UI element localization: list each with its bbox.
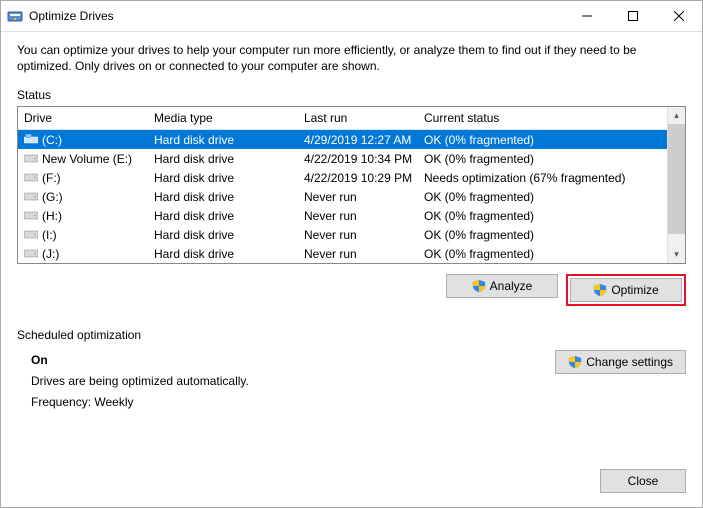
- last-run: Never run: [298, 209, 418, 223]
- drive-icon: [24, 152, 38, 166]
- current-status: OK (0% fragmented): [418, 152, 667, 166]
- table-row[interactable]: New Volume (E:) Hard disk drive4/22/2019 …: [18, 149, 667, 168]
- drive-icon: [24, 133, 38, 147]
- column-media[interactable]: Media type: [148, 111, 298, 125]
- scheduled-frequency: Frequency: Weekly: [31, 392, 249, 413]
- scroll-up-button[interactable]: ▴: [668, 107, 685, 124]
- optimize-drives-window: Optimize Drives You can optimize your dr…: [0, 0, 703, 508]
- drive-list: Drive Media type Last run Current status…: [17, 106, 686, 264]
- scheduled-state: On: [31, 350, 249, 371]
- table-row[interactable]: (J:) Hard disk driveNever runOK (0% fragm…: [18, 244, 667, 263]
- description-text: You can optimize your drives to help you…: [17, 42, 686, 74]
- table-row[interactable]: (H:) Hard disk driveNever runOK (0% fragm…: [18, 206, 667, 225]
- drive-name: (F:): [42, 171, 61, 185]
- close-window-button[interactable]: [656, 1, 702, 31]
- drive-icon: [24, 247, 38, 261]
- current-status: Needs optimization (67% fragmented): [418, 171, 667, 185]
- column-drive[interactable]: Drive: [18, 111, 148, 125]
- shield-icon: [568, 355, 582, 369]
- last-run: Never run: [298, 190, 418, 204]
- drive-icon: [24, 190, 38, 204]
- scrollbar[interactable]: ▴ ▾: [667, 107, 685, 263]
- drive-name: New Volume (E:): [42, 152, 132, 166]
- column-status[interactable]: Current status: [418, 111, 667, 125]
- window-title: Optimize Drives: [29, 9, 114, 23]
- media-type: Hard disk drive: [148, 152, 298, 166]
- optimize-button[interactable]: Optimize: [570, 278, 682, 302]
- titlebar: Optimize Drives: [1, 1, 702, 32]
- current-status: OK (0% fragmented): [418, 247, 667, 261]
- media-type: Hard disk drive: [148, 171, 298, 185]
- table-row[interactable]: (G:) Hard disk driveNever runOK (0% fragm…: [18, 187, 667, 206]
- change-settings-label: Change settings: [586, 355, 673, 369]
- drive-name: (I:): [42, 228, 57, 242]
- column-last[interactable]: Last run: [298, 111, 418, 125]
- media-type: Hard disk drive: [148, 247, 298, 261]
- scheduled-desc: Drives are being optimized automatically…: [31, 371, 249, 392]
- change-settings-button[interactable]: Change settings: [555, 350, 686, 374]
- scroll-thumb[interactable]: [668, 124, 685, 234]
- scheduled-label: Scheduled optimization: [17, 328, 686, 342]
- drive-icon: [24, 209, 38, 223]
- list-header: Drive Media type Last run Current status: [18, 107, 667, 130]
- drive-name: (J:): [42, 247, 59, 261]
- table-row[interactable]: (F:) Hard disk drive4/22/2019 10:29 PMNee…: [18, 168, 667, 187]
- last-run: Never run: [298, 247, 418, 261]
- drive-name: (C:): [42, 133, 62, 147]
- drive-name: (H:): [42, 209, 62, 223]
- table-row[interactable]: (C:) Hard disk drive4/29/2019 12:27 AMOK …: [18, 130, 667, 149]
- close-button-label: Close: [628, 474, 659, 488]
- minimize-button[interactable]: [564, 1, 610, 31]
- table-row[interactable]: (I:) Hard disk driveNever runOK (0% fragm…: [18, 225, 667, 244]
- drive-name: (G:): [42, 190, 63, 204]
- app-icon: [7, 8, 23, 24]
- optimize-highlight: Optimize: [566, 274, 686, 306]
- shield-icon: [472, 279, 486, 293]
- maximize-button[interactable]: [610, 1, 656, 31]
- last-run: 4/29/2019 12:27 AM: [298, 133, 418, 147]
- media-type: Hard disk drive: [148, 209, 298, 223]
- current-status: OK (0% fragmented): [418, 209, 667, 223]
- last-run: 4/22/2019 10:29 PM: [298, 171, 418, 185]
- last-run: 4/22/2019 10:34 PM: [298, 152, 418, 166]
- shield-icon: [593, 283, 607, 297]
- status-label: Status: [17, 88, 686, 102]
- media-type: Hard disk drive: [148, 133, 298, 147]
- optimize-button-label: Optimize: [611, 283, 658, 297]
- current-status: OK (0% fragmented): [418, 228, 667, 242]
- current-status: OK (0% fragmented): [418, 190, 667, 204]
- scroll-down-button[interactable]: ▾: [668, 246, 685, 263]
- drive-icon: [24, 171, 38, 185]
- media-type: Hard disk drive: [148, 190, 298, 204]
- drive-icon: [24, 228, 38, 242]
- last-run: Never run: [298, 228, 418, 242]
- media-type: Hard disk drive: [148, 228, 298, 242]
- current-status: OK (0% fragmented): [418, 133, 667, 147]
- analyze-button-label: Analyze: [490, 279, 533, 293]
- close-button[interactable]: Close: [600, 469, 686, 493]
- analyze-button[interactable]: Analyze: [446, 274, 558, 298]
